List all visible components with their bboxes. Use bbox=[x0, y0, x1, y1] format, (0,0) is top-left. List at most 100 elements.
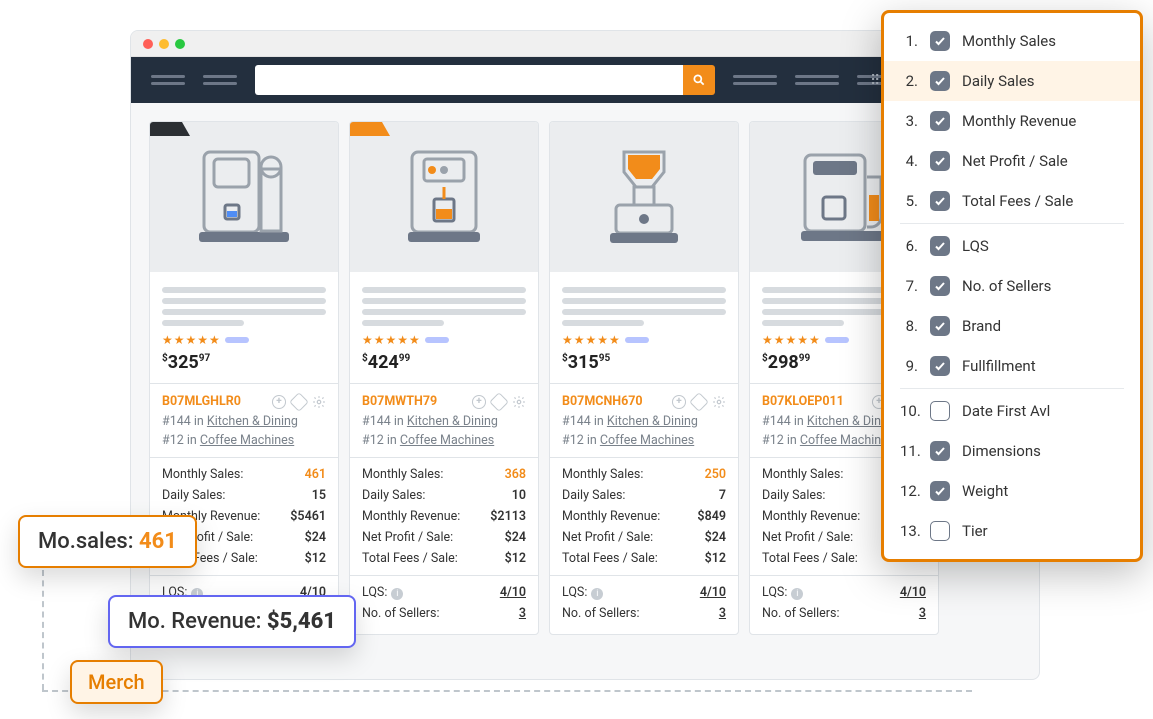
metric-row: Monthly Sales:461 bbox=[162, 464, 326, 485]
add-icon[interactable]: + bbox=[472, 395, 486, 409]
config-row[interactable]: 5. Total Fees / Sale bbox=[884, 181, 1140, 221]
checkbox[interactable] bbox=[930, 236, 950, 256]
config-row[interactable]: ⠿ 2. Daily Sales bbox=[884, 61, 1140, 101]
gear-icon[interactable] bbox=[512, 395, 526, 409]
metric-row: Daily Sales:7 bbox=[562, 485, 726, 506]
metric-value[interactable]: 3 bbox=[519, 606, 526, 621]
config-index: 7. bbox=[900, 277, 918, 295]
checkbox[interactable] bbox=[930, 481, 950, 501]
metric-label: Monthly Sales: bbox=[362, 467, 443, 482]
metric-row: No. of Sellers:3 bbox=[762, 603, 926, 624]
checkbox[interactable] bbox=[930, 276, 950, 296]
config-label: Date First Avl bbox=[962, 402, 1050, 420]
coffee-machine-icon bbox=[199, 147, 289, 247]
checkbox[interactable] bbox=[930, 356, 950, 376]
tag-icon[interactable] bbox=[689, 392, 709, 412]
metric-value[interactable]: 4/10 bbox=[900, 585, 926, 600]
config-index: 13. bbox=[900, 522, 918, 540]
config-label: Monthly Revenue bbox=[962, 112, 1076, 130]
metric-row: Net Profit / Sale:$24 bbox=[562, 527, 726, 548]
product-card[interactable]: ★★★★★ $42499 B07MWTH79 + #144 in Kitchen… bbox=[349, 121, 539, 635]
metric-value[interactable]: 3 bbox=[719, 606, 726, 621]
config-index: 11. bbox=[900, 442, 918, 460]
review-count bbox=[825, 337, 849, 343]
checkbox[interactable] bbox=[930, 191, 950, 211]
metric-value: $24 bbox=[505, 530, 526, 545]
info-icon[interactable]: i bbox=[791, 588, 803, 600]
column-config-panel: 1. Monthly Sales ⠿ 2. Daily Sales 3. Mon… bbox=[881, 10, 1143, 562]
config-index: 8. bbox=[900, 317, 918, 335]
tag-icon[interactable] bbox=[289, 392, 309, 412]
nav-placeholder[interactable] bbox=[795, 75, 839, 85]
zoom-window-button[interactable] bbox=[175, 39, 185, 49]
checkbox[interactable] bbox=[930, 31, 950, 51]
product-rank: #144 in Kitchen & Dining#12 in Coffee Ma… bbox=[562, 413, 726, 451]
review-count bbox=[225, 337, 249, 343]
config-row[interactable]: 7. No. of Sellers bbox=[884, 266, 1140, 306]
config-row[interactable]: 12. Weight bbox=[884, 471, 1140, 511]
metric-value: 15 bbox=[312, 488, 326, 503]
metric-row: Net Profit / Sale: $24 bbox=[362, 527, 526, 548]
metric-row: LQS:i4/10 bbox=[562, 582, 726, 603]
info-icon[interactable]: i bbox=[391, 588, 403, 600]
product-price: $42499 bbox=[362, 352, 526, 373]
close-window-button[interactable] bbox=[143, 39, 153, 49]
config-row[interactable]: 11. Dimensions bbox=[884, 431, 1140, 471]
product-asin: B07MWTH79 + bbox=[362, 394, 526, 409]
info-icon[interactable]: i bbox=[591, 588, 603, 600]
metric-value: $12 bbox=[305, 551, 326, 566]
checkbox[interactable] bbox=[930, 71, 950, 91]
metric-row: LQS:i4/10 bbox=[362, 582, 526, 603]
metric-row: Daily Sales:15 bbox=[162, 485, 326, 506]
metric-label: Daily Sales: bbox=[762, 488, 825, 503]
config-row[interactable]: 13. Tier bbox=[884, 511, 1140, 551]
config-row[interactable]: 6. LQS bbox=[884, 226, 1140, 266]
connector-line bbox=[42, 690, 972, 692]
checkbox[interactable] bbox=[930, 316, 950, 336]
config-row[interactable]: 3. Monthly Revenue bbox=[884, 101, 1140, 141]
config-label: Total Fees / Sale bbox=[962, 192, 1073, 210]
metric-value: 250 bbox=[705, 467, 726, 482]
nav-placeholder[interactable] bbox=[733, 75, 777, 85]
product-card[interactable]: ★★★★★ $31595 B07MCNH670 + #144 in Kitche… bbox=[549, 121, 739, 635]
review-count bbox=[425, 337, 449, 343]
config-row[interactable]: 4. Net Profit / Sale bbox=[884, 141, 1140, 181]
star-rating: ★★★★★ bbox=[562, 333, 621, 347]
search-button[interactable] bbox=[683, 65, 715, 95]
add-icon[interactable]: + bbox=[672, 395, 686, 409]
drag-handle-icon[interactable]: ⠿ bbox=[870, 73, 878, 89]
search-input[interactable] bbox=[255, 65, 683, 95]
nav-placeholder[interactable] bbox=[203, 75, 237, 85]
metric-value: $5461 bbox=[290, 509, 326, 524]
metric-label: Net Profit / Sale: bbox=[762, 530, 853, 545]
metric-value: $2113 bbox=[490, 509, 526, 524]
add-icon[interactable]: + bbox=[272, 395, 286, 409]
metric-value[interactable]: 3 bbox=[919, 606, 926, 621]
metric-label: Net Profit / Sale: bbox=[362, 530, 453, 545]
checkbox[interactable] bbox=[930, 401, 950, 421]
config-row[interactable]: 8. Brand bbox=[884, 306, 1140, 346]
config-row[interactable]: 10. Date First Avl bbox=[884, 391, 1140, 431]
gear-icon[interactable] bbox=[712, 395, 726, 409]
metric-row: Daily Sales:10 bbox=[362, 485, 526, 506]
metric-row: No. of Sellers:3 bbox=[362, 603, 526, 624]
metric-label: Total Fees / Sale: bbox=[362, 551, 458, 566]
callout-label: Merch bbox=[88, 670, 145, 694]
nav-placeholder[interactable] bbox=[151, 75, 185, 85]
metric-value[interactable]: 4/10 bbox=[500, 585, 526, 600]
minimize-window-button[interactable] bbox=[159, 39, 169, 49]
product-rank: #144 in Kitchen & Dining#12 in Coffee Ma… bbox=[162, 413, 326, 451]
checkbox[interactable] bbox=[930, 441, 950, 461]
checkbox[interactable] bbox=[930, 111, 950, 131]
config-row[interactable]: 9. Fullfillment bbox=[884, 346, 1140, 386]
metric-value[interactable]: 4/10 bbox=[700, 585, 726, 600]
config-index: 4. bbox=[900, 152, 918, 170]
gear-icon[interactable] bbox=[312, 395, 326, 409]
metric-row: LQS:i4/10 bbox=[762, 582, 926, 603]
config-row[interactable]: 1. Monthly Sales bbox=[884, 21, 1140, 61]
product-image bbox=[550, 122, 738, 272]
metric-label: Monthly Revenue: bbox=[762, 509, 860, 524]
tag-icon[interactable] bbox=[489, 392, 509, 412]
checkbox[interactable] bbox=[930, 151, 950, 171]
checkbox[interactable] bbox=[930, 521, 950, 541]
